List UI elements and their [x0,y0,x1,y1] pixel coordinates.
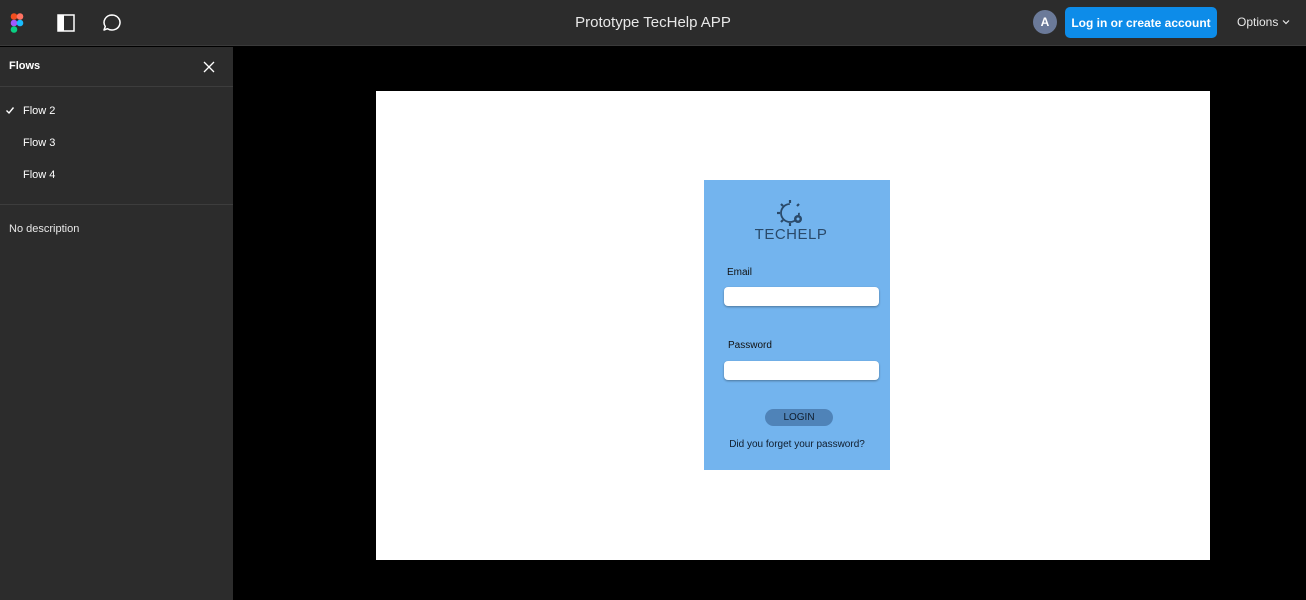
close-icon[interactable] [201,59,217,75]
brand-name: TECHELP [754,226,828,243]
flow-item-label: Flow 4 [23,169,56,181]
flow-item-label: Flow 3 [23,137,56,149]
email-label: Email [727,267,753,278]
flow-item-flow-2[interactable]: Flow 2 [0,96,233,128]
sidebar-header: Flows [0,47,233,87]
options-menu[interactable]: Options [1237,15,1290,29]
sidebar-title: Flows [9,60,41,72]
flows-sidebar: Flows Flow 2 Flow 3 Flow 4 No descriptio… [0,47,233,600]
checkmark-icon [5,105,15,118]
prototype-login-screen[interactable]: TECHELP Email Password LOGIN Did you for… [704,180,890,470]
options-label: Options [1237,15,1279,29]
flow-item-flow-3[interactable]: Flow 3 [0,128,233,160]
chevron-down-icon [1282,20,1290,25]
password-label: Password [728,340,772,351]
flow-list: Flow 2 Flow 3 Flow 4 [0,87,233,205]
avatar[interactable]: A [1033,10,1057,34]
password-field[interactable] [724,361,879,380]
flow-item-label: Flow 2 [23,105,56,117]
login-or-create-account-button[interactable]: Log in or create account [1065,7,1217,38]
email-field[interactable] [724,287,879,306]
flow-item-flow-4[interactable]: Flow 4 [0,160,233,192]
forgot-password-link[interactable]: Did you forget your password? [704,439,890,450]
login-button[interactable]: LOGIN [765,409,833,426]
flow-description: No description [9,223,80,235]
top-bar: Prototype TecHelp APP A Log in or create… [0,0,1306,46]
